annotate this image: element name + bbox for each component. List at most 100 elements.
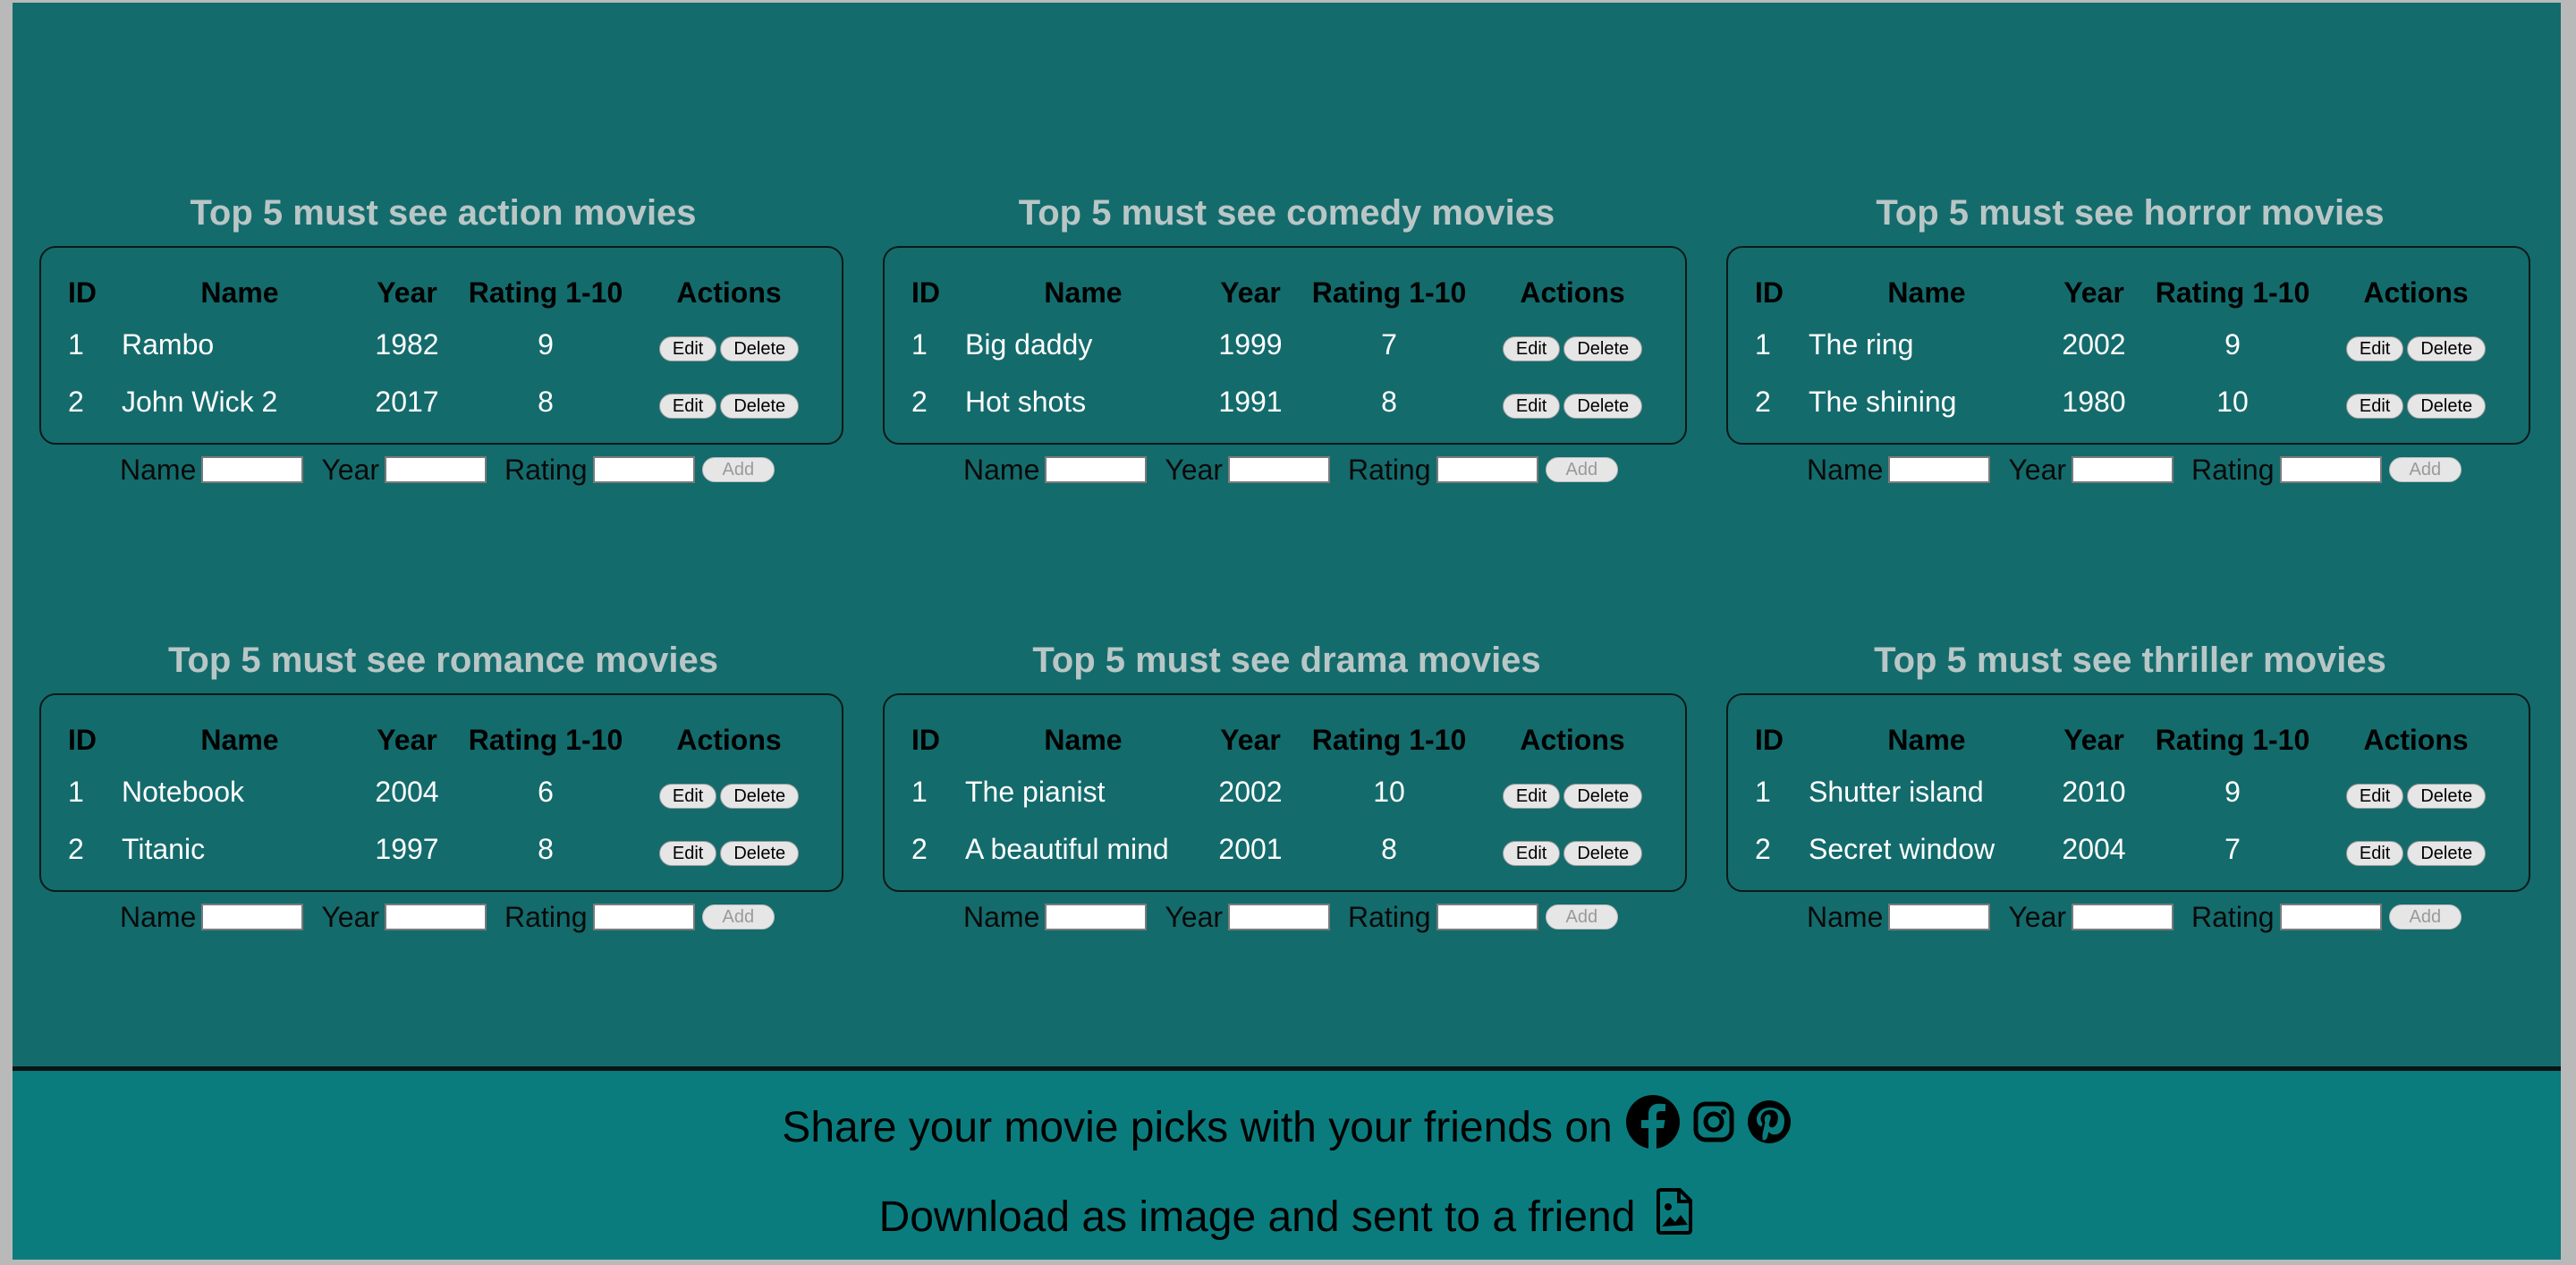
movie-rating: 8 bbox=[1381, 832, 1397, 865]
rating-input[interactable] bbox=[592, 904, 695, 930]
table-header: ID Name Year Rating 1-10 Actions bbox=[908, 717, 1666, 763]
section-title: Top 5 must see horror movies bbox=[1876, 193, 2385, 233]
delete-button[interactable]: Delete bbox=[2407, 783, 2487, 809]
year-input[interactable] bbox=[2072, 456, 2174, 483]
rating-input[interactable] bbox=[1436, 904, 1538, 930]
facebook-icon[interactable] bbox=[1625, 1094, 1681, 1160]
edit-button[interactable]: Edit bbox=[658, 393, 717, 419]
delete-button[interactable]: Delete bbox=[1563, 335, 1643, 361]
year-input[interactable] bbox=[385, 456, 487, 483]
name-input[interactable] bbox=[201, 904, 304, 930]
row-actions: Edit Delete bbox=[1479, 373, 1666, 430]
column-header-year: Year bbox=[2063, 276, 2124, 309]
rating-input[interactable] bbox=[592, 456, 695, 483]
name-input[interactable] bbox=[1888, 904, 1991, 930]
pinterest-icon[interactable] bbox=[1747, 1099, 1792, 1155]
year-label: Year bbox=[2008, 900, 2067, 933]
edit-button[interactable]: Edit bbox=[658, 335, 717, 361]
movie-year: 2004 bbox=[375, 775, 439, 808]
add-button[interactable]: Add bbox=[2388, 457, 2462, 482]
download-text: Download as image and sent to a friend bbox=[878, 1193, 1636, 1241]
year-label: Year bbox=[1165, 453, 1224, 486]
delete-button[interactable]: Delete bbox=[720, 840, 800, 866]
movie-name: A beautiful mind bbox=[965, 832, 1169, 865]
instagram-icon[interactable] bbox=[1693, 1101, 1734, 1153]
name-input[interactable] bbox=[201, 456, 304, 483]
movie-name: Big daddy bbox=[965, 327, 1093, 361]
add-button[interactable]: Add bbox=[2388, 904, 2462, 930]
column-header-actions: Actions bbox=[676, 276, 782, 309]
movie-year: 1991 bbox=[1218, 385, 1283, 418]
year-input[interactable] bbox=[2072, 904, 2174, 930]
add-button[interactable]: Add bbox=[701, 457, 775, 482]
column-header-actions: Actions bbox=[2363, 723, 2469, 756]
add-button[interactable]: Add bbox=[1545, 457, 1619, 482]
add-movie-form: Name Year Rating Add bbox=[883, 899, 1690, 935]
column-header-rating: Rating 1-10 bbox=[468, 723, 623, 756]
name-label: Name bbox=[1807, 453, 1884, 486]
add-button[interactable]: Add bbox=[701, 904, 775, 930]
column-header-rating: Rating 1-10 bbox=[468, 276, 623, 309]
name-input[interactable] bbox=[1045, 456, 1148, 483]
rating-input[interactable] bbox=[2279, 904, 2382, 930]
rating-label: Rating bbox=[1348, 900, 1431, 933]
delete-button[interactable]: Delete bbox=[720, 335, 800, 361]
name-input[interactable] bbox=[1045, 904, 1148, 930]
column-header-year: Year bbox=[1220, 723, 1281, 756]
table-header: ID Name Year Rating 1-10 Actions bbox=[64, 269, 823, 316]
delete-button[interactable]: Delete bbox=[720, 783, 800, 809]
movie-rating: 8 bbox=[538, 832, 554, 865]
edit-button[interactable]: Edit bbox=[658, 840, 717, 866]
edit-button[interactable]: Edit bbox=[2345, 335, 2404, 361]
delete-button[interactable]: Delete bbox=[1563, 393, 1643, 419]
column-header-rating: Rating 1-10 bbox=[2155, 276, 2310, 309]
edit-button[interactable]: Edit bbox=[1502, 393, 1561, 419]
edit-button[interactable]: Edit bbox=[1502, 335, 1561, 361]
movie-id: 2 bbox=[1755, 385, 1771, 418]
delete-button[interactable]: Delete bbox=[2407, 335, 2487, 361]
delete-button[interactable]: Delete bbox=[1563, 840, 1643, 866]
movie-name: Notebook bbox=[122, 775, 244, 808]
movie-rating: 10 bbox=[1373, 775, 1405, 808]
movie-section: Top 5 must see thriller movies ID Name Y… bbox=[1726, 636, 2534, 935]
rating-input[interactable] bbox=[2279, 456, 2382, 483]
delete-button[interactable]: Delete bbox=[1563, 783, 1643, 809]
year-input[interactable] bbox=[385, 904, 487, 930]
row-actions: Edit Delete bbox=[2322, 820, 2510, 878]
delete-button[interactable]: Delete bbox=[2407, 840, 2487, 866]
image-download-icon[interactable] bbox=[1655, 1187, 1694, 1246]
row-actions: Edit Delete bbox=[1479, 316, 1666, 373]
column-header-rating: Rating 1-10 bbox=[1311, 276, 1467, 309]
edit-button[interactable]: Edit bbox=[2345, 393, 2404, 419]
row-actions: Edit Delete bbox=[635, 763, 823, 820]
name-input[interactable] bbox=[1888, 456, 1991, 483]
movie-rating: 7 bbox=[2224, 832, 2241, 865]
column-header-id: ID bbox=[68, 723, 97, 756]
movie-id: 2 bbox=[68, 385, 84, 418]
edit-button[interactable]: Edit bbox=[1502, 783, 1561, 809]
column-header-name: Name bbox=[1044, 276, 1123, 309]
movie-year: 2004 bbox=[2062, 832, 2126, 865]
edit-button[interactable]: Edit bbox=[658, 783, 717, 809]
rating-input[interactable] bbox=[1436, 456, 1538, 483]
row-actions: Edit Delete bbox=[2322, 316, 2510, 373]
movie-name: The pianist bbox=[965, 775, 1106, 808]
movie-id: 1 bbox=[911, 775, 928, 808]
edit-button[interactable]: Edit bbox=[1502, 840, 1561, 866]
column-header-actions: Actions bbox=[1520, 723, 1625, 756]
share-text: Share your movie picks with your friends… bbox=[782, 1103, 1613, 1151]
movie-year: 1997 bbox=[375, 832, 439, 865]
delete-button[interactable]: Delete bbox=[2407, 393, 2487, 419]
rating-label: Rating bbox=[504, 453, 588, 486]
edit-button[interactable]: Edit bbox=[2345, 840, 2404, 866]
year-input[interactable] bbox=[1228, 904, 1331, 930]
column-header-year: Year bbox=[1220, 276, 1281, 309]
section-title: Top 5 must see drama movies bbox=[1032, 641, 1541, 680]
column-header-id: ID bbox=[68, 276, 97, 309]
year-input[interactable] bbox=[1228, 456, 1331, 483]
rating-label: Rating bbox=[504, 900, 588, 933]
edit-button[interactable]: Edit bbox=[2345, 783, 2404, 809]
table-header: ID Name Year Rating 1-10 Actions bbox=[1751, 269, 2510, 316]
add-button[interactable]: Add bbox=[1545, 904, 1619, 930]
delete-button[interactable]: Delete bbox=[720, 393, 800, 419]
